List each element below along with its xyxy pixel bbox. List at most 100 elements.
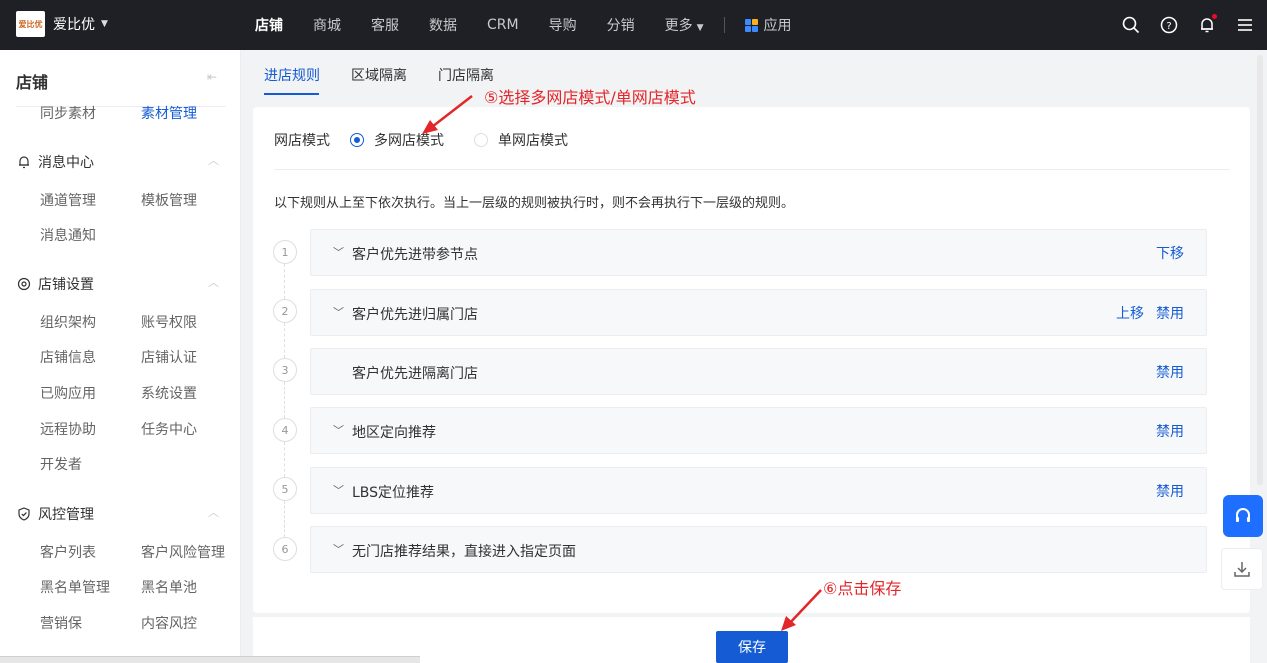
sidebar-item-material-manage[interactable]: 素材管理: [141, 103, 197, 123]
nav-item-store[interactable]: 店铺: [255, 15, 283, 35]
rules-description: 以下规则从上至下依次执行。当上一层级的规则被执行时，则不会再执行下一层级的规则。: [274, 196, 795, 211]
annotation-step5: ⑤选择多网店模式/单网店模式: [484, 88, 696, 107]
shop-switcher[interactable]: 爱比优 爱比优 ▼: [16, 11, 108, 37]
rule-item[interactable]: ﹀ 客户优先进归属门店 上移 禁用: [310, 289, 1207, 336]
chevron-down-icon[interactable]: ﹀: [333, 482, 344, 498]
top-navbar: 爱比优 爱比优 ▼ 店铺 商城 客服 数据 CRM 导购 分销 更多 ▼ 应用 ?: [0, 0, 1267, 50]
sidebar-item-purchased-apps[interactable]: 已购应用: [40, 383, 96, 403]
rule-connector: [284, 323, 285, 358]
nav-item-guide[interactable]: 导购: [549, 15, 577, 35]
rule-title: LBS定位推荐: [352, 485, 435, 501]
customer-support-button[interactable]: [1223, 495, 1263, 537]
section-title: 店铺设置: [38, 277, 94, 293]
rule-title: 客户优先进带参节点: [352, 247, 478, 263]
sidebar-section-store-settings[interactable]: 店铺设置: [17, 274, 94, 294]
rule-connector: [284, 501, 285, 537]
sidebar-item-developer[interactable]: 开发者: [40, 454, 82, 474]
nav-item-distribution[interactable]: 分销: [607, 15, 635, 35]
annotation-step6: ⑥点击保存: [823, 579, 902, 598]
chevron-up-icon[interactable]: ︿: [208, 274, 219, 290]
caret-down-icon: ▼: [696, 23, 704, 33]
sidebar-item-notify[interactable]: 消息通知: [40, 225, 96, 245]
sidebar-item-customer-list[interactable]: 客户列表: [40, 542, 96, 562]
rule-step-number: 5: [273, 477, 297, 501]
nav-item-service[interactable]: 客服: [371, 15, 399, 35]
nav-more-label: 更多: [664, 18, 693, 34]
sidebar-item-blacklist-manage[interactable]: 黑名单管理: [40, 577, 110, 597]
chevron-down-icon[interactable]: ﹀: [333, 304, 344, 320]
rule-actions: 禁用: [1144, 362, 1184, 382]
tab-store-isolation[interactable]: 门店隔离: [438, 65, 494, 85]
sidebar-item-store-info[interactable]: 店铺信息: [40, 347, 96, 367]
rule-item[interactable]: ﹀ 客户优先进带参节点 下移: [310, 229, 1207, 276]
sidebar-item-remote-assist[interactable]: 远程协助: [40, 419, 96, 439]
page-scrollbar[interactable]: [1257, 55, 1263, 485]
sidebar-item-org[interactable]: 组织架构: [40, 312, 96, 332]
save-button[interactable]: 保存: [716, 631, 788, 663]
nav-item-data[interactable]: 数据: [429, 15, 457, 35]
chevron-up-icon[interactable]: ︿: [208, 504, 219, 520]
help-icon[interactable]: ?: [1159, 15, 1179, 35]
rule-item[interactable]: ﹀ LBS定位推荐 禁用: [310, 467, 1207, 514]
rule-connector: [284, 264, 285, 299]
shield-icon: [18, 507, 30, 521]
disable-link[interactable]: 禁用: [1156, 421, 1184, 441]
tab-bar: 进店规则 区域隔离 门店隔离: [253, 50, 1253, 96]
sidebar-item-channel[interactable]: 通道管理: [40, 190, 96, 210]
nav-item-crm[interactable]: CRM: [487, 17, 519, 33]
download-button[interactable]: [1221, 548, 1263, 590]
notification-dot: [1212, 14, 1217, 19]
rule-item[interactable]: ﹀ 地区定向推荐 禁用: [310, 407, 1207, 454]
sidebar-section-message[interactable]: 消息中心: [17, 152, 94, 172]
sidebar-item-store-cert[interactable]: 店铺认证: [141, 347, 197, 367]
sidebar-item-content-risk[interactable]: 内容风控: [141, 613, 197, 633]
sidebar-item-sync-material[interactable]: 同步素材: [40, 103, 96, 123]
disable-link[interactable]: 禁用: [1156, 303, 1184, 323]
rule-connector: [284, 442, 285, 477]
disable-link[interactable]: 禁用: [1156, 362, 1184, 382]
sidebar-section-risk[interactable]: 风控管理: [17, 504, 94, 524]
chevron-up-icon[interactable]: ︿: [208, 152, 219, 168]
rule-actions: 禁用: [1144, 481, 1184, 501]
nav-item-more[interactable]: 更多 ▼: [665, 15, 704, 35]
chevron-down-icon[interactable]: ﹀: [333, 422, 344, 438]
sidebar-item-blacklist-pool[interactable]: 黑名单池: [141, 577, 197, 597]
bell-icon[interactable]: [1197, 14, 1217, 35]
rule-step-number: 4: [273, 418, 297, 442]
sidebar-item-system-settings[interactable]: 系统设置: [141, 383, 197, 403]
disable-link[interactable]: 禁用: [1156, 481, 1184, 501]
sidebar-item-customer-risk[interactable]: 客户风险管理: [141, 542, 225, 562]
caret-down-icon: ▼: [101, 19, 108, 29]
section-title: 风控管理: [38, 507, 94, 523]
sidebar-item-marketing-guard[interactable]: 营销保: [40, 613, 82, 633]
headset-icon: [1236, 508, 1250, 522]
move-up-link[interactable]: 上移: [1116, 303, 1144, 323]
chevron-down-icon[interactable]: ﹀: [333, 541, 344, 557]
tab-entry-rules[interactable]: 进店规则: [264, 65, 320, 85]
radio-single-store[interactable]: 单网店模式: [474, 130, 568, 150]
active-tab-indicator: [264, 93, 319, 95]
sidebar-item-account[interactable]: 账号权限: [141, 312, 197, 332]
section-title: 消息中心: [38, 155, 94, 171]
radio-label: 单网店模式: [498, 133, 568, 149]
nav-item-mall[interactable]: 商城: [313, 15, 341, 35]
search-icon[interactable]: [1121, 15, 1141, 35]
main-nav: 店铺 商城 客服 数据 CRM 导购 分销 更多 ▼ 应用: [255, 0, 792, 50]
rule-item[interactable]: ﹀ 无门店推荐结果，直接进入指定页面: [310, 526, 1207, 573]
gear-icon: [17, 277, 31, 291]
move-down-link[interactable]: 下移: [1156, 243, 1184, 263]
tab-region-isolation[interactable]: 区域隔离: [351, 65, 407, 85]
sidebar-item-template[interactable]: 模板管理: [141, 190, 197, 210]
bell-icon: [19, 156, 29, 169]
rules-card: 网店模式 多网店模式 单网店模式 以下规则从上至下依次执行。当上一层级的规则被执…: [253, 107, 1250, 613]
menu-icon[interactable]: [1235, 15, 1255, 35]
sidebar-title: 店铺: [16, 73, 49, 92]
rule-step-number: 6: [273, 537, 297, 561]
rule-title: 客户优先进隔离门店: [352, 366, 478, 382]
rule-step-number: 3: [273, 358, 297, 382]
sidebar-item-task-center[interactable]: 任务中心: [141, 419, 197, 439]
nav-item-apps[interactable]: 应用: [744, 15, 792, 35]
chevron-down-icon[interactable]: ﹀: [333, 244, 344, 260]
collapse-sidebar-icon[interactable]: ⇤: [207, 70, 217, 84]
status-strip: [0, 656, 420, 663]
